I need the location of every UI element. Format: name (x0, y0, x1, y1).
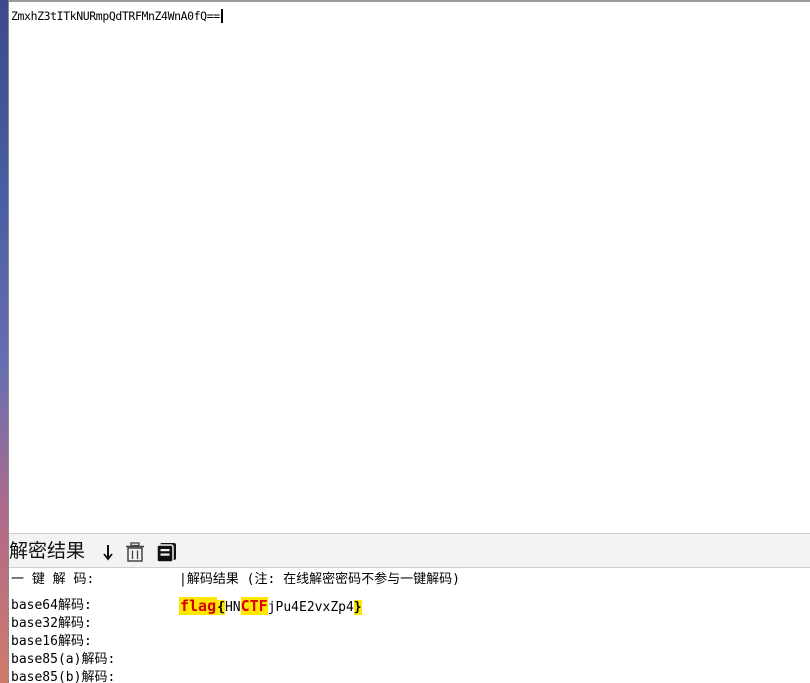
flag-open-brace: { (217, 600, 225, 615)
flag-text-rest: jPu4E2vxZp4 (267, 600, 354, 615)
decode-result-header: |解码结果 (注: 在线解密密码不参与一键解码) (179, 572, 460, 587)
arrow-down-icon[interactable] (103, 542, 113, 562)
cipher-input-textarea[interactable]: ZmxhZ3tITkNURmpQdTRFMnZ4WnA0fQ== (9, 2, 810, 532)
result-row-label: base64解码: (11, 598, 92, 613)
flag-keyword-ctf: CTF (240, 597, 268, 615)
decrypt-result-label: 解密结果 (9, 540, 86, 562)
result-row-label: base16解码: (11, 634, 92, 649)
result-row-label: base85(b)解码: (11, 670, 116, 683)
text-caret (220, 9, 223, 23)
cipher-input-text: ZmxhZ3tITkNURmpQdTRFMnZ4WnA0fQ== (11, 9, 223, 23)
one-click-decode-label: 一 键 解 码: (11, 572, 95, 587)
decode-results-panel: 一 键 解 码: |解码结果 (注: 在线解密密码不参与一键解码) base64… (9, 570, 810, 683)
decoder-window: ZmxhZ3tITkNURmpQdTRFMnZ4WnA0fQ== 解密结果 一 … (0, 0, 810, 683)
flag-close-brace: } (353, 600, 362, 615)
copy-icon[interactable] (155, 542, 179, 562)
flag-keyword: flag (179, 597, 218, 615)
result-toolbar: 解密结果 (9, 533, 810, 568)
desktop-background-strip (0, 0, 8, 683)
flag-text-hn: HN (224, 600, 241, 615)
result-row-label: base85(a)解码: (11, 652, 116, 667)
result-row-label: base32解码: (11, 616, 92, 631)
base64-decoded-value[interactable]: flag{HNCTFjPu4E2vxZp4} (179, 597, 362, 617)
trash-icon[interactable] (124, 542, 146, 562)
